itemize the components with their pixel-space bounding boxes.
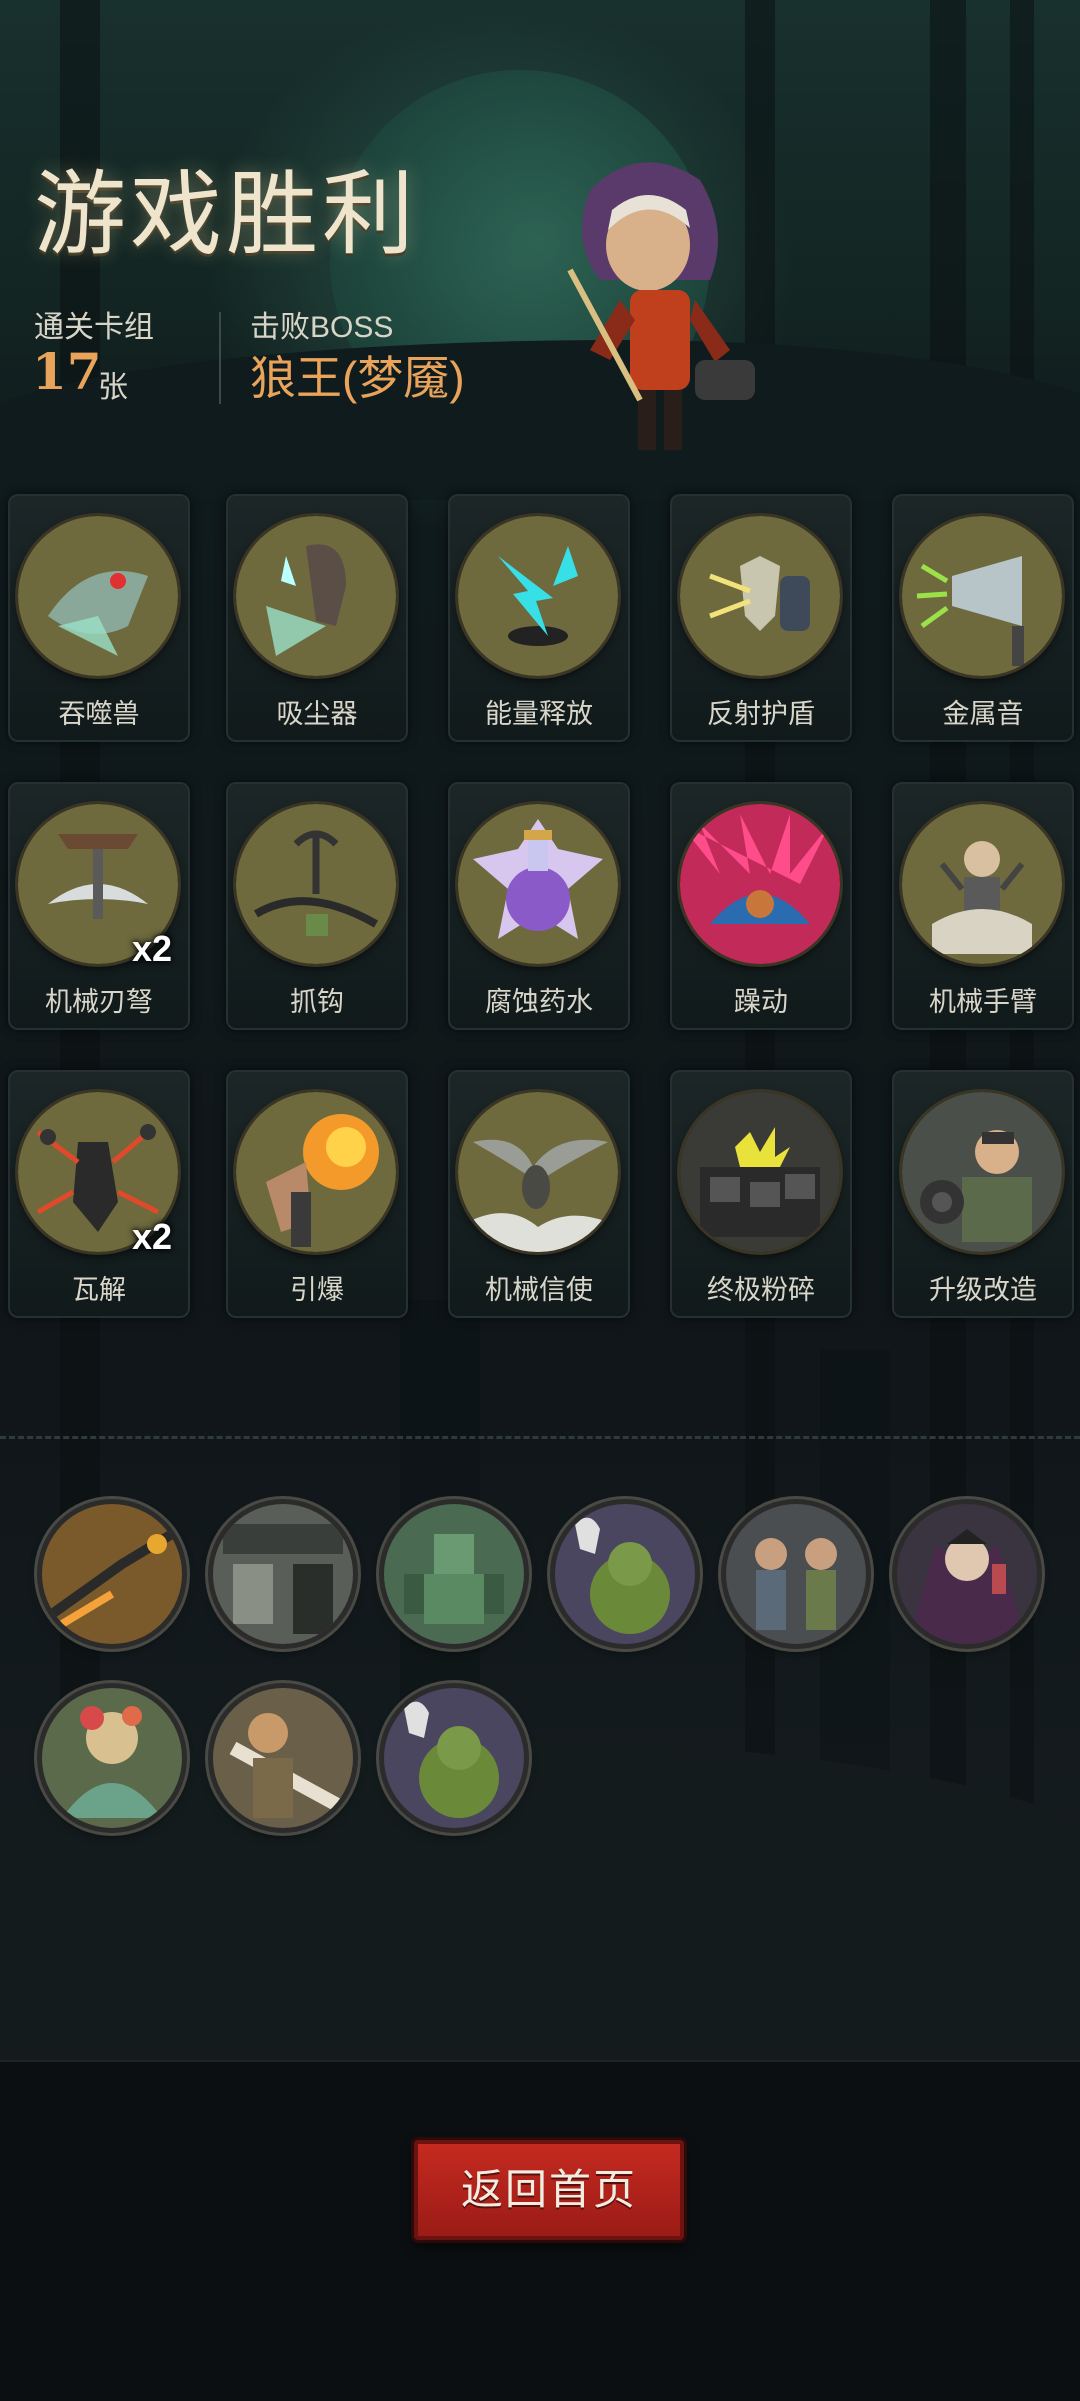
deck-count: 17 — [32, 342, 102, 401]
multiplier-badge: x2 — [132, 928, 173, 969]
return-home-button[interactable]: 返回首页 — [414, 2140, 684, 2240]
stat-divider — [219, 312, 221, 404]
card-item[interactable]: 终极粉碎 — [670, 1070, 852, 1318]
ogre-ghost-enemy-icon[interactable] — [384, 1688, 524, 1828]
card-item[interactable]: 吞噬兽 — [8, 494, 190, 742]
mech-messenger-icon — [458, 1092, 618, 1252]
frenzy-icon — [680, 804, 840, 964]
ultimate-crush-icon — [680, 1092, 840, 1252]
card-item[interactable]: 机械信使 — [448, 1070, 630, 1318]
card-item[interactable]: 升级改造 — [892, 1070, 1074, 1318]
card-label: 机械手臂 — [929, 987, 1037, 1017]
card-label: 腐蚀药水 — [485, 987, 593, 1017]
card-label: 抓钩 — [290, 987, 344, 1017]
golem-enemy-icon[interactable] — [384, 1504, 524, 1644]
return-home-label: 返回首页 — [460, 2166, 637, 2213]
card-label: 引爆 — [290, 1275, 344, 1305]
detonate-icon — [236, 1092, 396, 1252]
card-label: 吞噬兽 — [58, 699, 140, 729]
card-label: 金属音 — [942, 699, 1024, 729]
vampire-enemy-icon[interactable] — [897, 1504, 1037, 1644]
card-label: 吸尘器 — [276, 699, 358, 729]
card-item[interactable]: 能量释放 — [448, 494, 630, 742]
devourer-beast-icon — [18, 516, 178, 676]
corrosion-potion-icon — [458, 804, 618, 964]
deck-label: 通关卡组 — [34, 311, 154, 344]
card-item[interactable]: 机械手臂 — [892, 782, 1074, 1030]
card-label: 机械信使 — [485, 1275, 593, 1305]
deck-unit: 张 — [98, 371, 128, 404]
card-item[interactable]: x2 瓦解 — [8, 1070, 190, 1318]
card-label: 终极粉碎 — [707, 1275, 815, 1305]
victory-title: 游戏胜利 — [34, 161, 419, 268]
bandits-enemy-icon[interactable] — [726, 1504, 866, 1644]
warrior-enemy-icon[interactable] — [213, 1688, 353, 1828]
grappling-hook-icon — [236, 804, 396, 964]
workshop-enemy-icon[interactable] — [213, 1504, 353, 1644]
upgrade-icon — [902, 1092, 1062, 1252]
card-label: 能量释放 — [485, 699, 593, 729]
card-item[interactable]: 抓钩 — [226, 782, 408, 1030]
card-item[interactable]: 引爆 — [226, 1070, 408, 1318]
multiplier-badge: x2 — [132, 1216, 173, 1257]
section-divider — [0, 1436, 1080, 1439]
boss-label: 击败BOSS — [250, 311, 394, 344]
card-item[interactable]: 腐蚀药水 — [448, 782, 630, 1030]
vacuum-icon — [236, 516, 396, 676]
card-item[interactable]: 金属音 — [892, 494, 1074, 742]
hero-character — [567, 162, 755, 450]
card-item[interactable]: 反射护盾 — [670, 494, 852, 742]
card-label: 反射护盾 — [707, 699, 815, 729]
reflect-shield-icon — [680, 516, 840, 676]
card-label: 升级改造 — [929, 1275, 1037, 1305]
boss-name: 狼王(梦魇) — [250, 352, 465, 404]
dryad-enemy-icon[interactable] — [42, 1688, 182, 1828]
scorpion-enemy-icon[interactable] — [42, 1504, 182, 1644]
card-label: 躁动 — [734, 987, 788, 1017]
card-label: 机械刃弩 — [45, 987, 153, 1017]
energy-release-icon — [458, 516, 618, 676]
card-item[interactable]: 躁动 — [670, 782, 852, 1030]
card-item[interactable]: x2 机械刃弩 — [8, 782, 190, 1030]
card-item[interactable]: 吸尘器 — [226, 494, 408, 742]
mech-arm-icon — [902, 804, 1062, 964]
metal-sound-icon — [902, 516, 1062, 676]
ogre-ghost-enemy-icon[interactable] — [555, 1504, 695, 1644]
card-label: 瓦解 — [72, 1275, 126, 1305]
